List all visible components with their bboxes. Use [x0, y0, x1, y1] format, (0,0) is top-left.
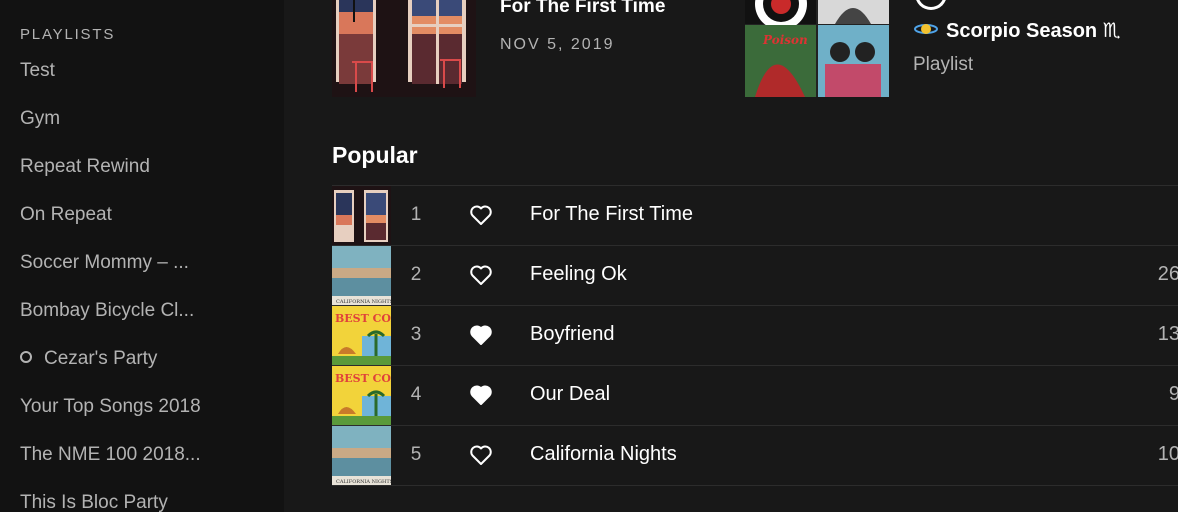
latest-release-title[interactable]: For The First Time	[500, 0, 665, 18]
heart-filled-icon[interactable]	[469, 324, 493, 346]
popular-tracklist: 1 For The First Time CALIFORNIA NIGHTS 2…	[332, 185, 1178, 486]
playlist-title-text: Scorpio Season ♏	[946, 20, 1121, 42]
track-title[interactable]: Boyfriend	[530, 323, 615, 346]
sidebar-item-playlist[interactable]: Repeat Rewind	[20, 152, 260, 182]
heart-filled-icon[interactable]	[469, 384, 493, 406]
track-number: 3	[410, 324, 422, 345]
latest-release-date: NOV 5, 2019	[500, 36, 615, 53]
track-play-count: 9	[1168, 383, 1178, 405]
playlist-badge	[915, 0, 947, 10]
track-album-art	[332, 186, 391, 245]
popular-heading: Popular	[332, 142, 418, 168]
latest-release-cover[interactable]	[332, 0, 476, 97]
track-play-count: 13	[1157, 323, 1178, 345]
track-row[interactable]: CALIFORNIA NIGHTS 5 California Nights 10	[332, 426, 1178, 486]
sidebar-item-playlist-collaborative[interactable]: Cezar's Party	[20, 344, 260, 374]
ring-dot-icon	[20, 351, 32, 364]
track-row[interactable]: 1 For The First Time	[332, 186, 1178, 246]
track-play-count: 10	[1157, 443, 1178, 465]
sidebar-item-playlist[interactable]: Bombay Bicycle Cl...	[20, 296, 260, 326]
track-title[interactable]: California Nights	[530, 443, 677, 466]
spinning-planet-icon	[914, 20, 938, 43]
track-row[interactable]: BEST COAST 4 Our Deal 9	[332, 366, 1178, 426]
svg-text:BEST COAST: BEST COAST	[335, 372, 391, 385]
track-album-art: CALIFORNIA NIGHTS	[332, 246, 391, 305]
track-number: 2	[410, 264, 422, 285]
sidebar-item-playlist[interactable]: Gym	[20, 104, 260, 134]
windows-album-art	[332, 0, 476, 97]
sidebar: PLAYLISTS Test Gym Repeat Rewind On Repe…	[0, 0, 284, 512]
sidebar-item-playlist[interactable]: Your Top Songs 2018	[20, 392, 260, 422]
playlists-header: PLAYLISTS	[20, 26, 116, 43]
featured-playlist-title[interactable]: Scorpio Season ♏	[914, 18, 1121, 43]
heart-outline-icon[interactable]	[469, 204, 493, 226]
svg-text:CALIFORNIA NIGHTS: CALIFORNIA NIGHTS	[336, 479, 391, 485]
track-play-count: 26	[1157, 263, 1178, 285]
playlist-mosaic-art: Poison	[745, 0, 889, 97]
track-number: 5	[410, 444, 422, 465]
sidebar-item-playlist[interactable]: Test	[20, 56, 260, 86]
svg-text:CALIFORNIA NIGHTS: CALIFORNIA NIGHTS	[336, 299, 391, 305]
featured-playlist-cover[interactable]: Poison	[745, 0, 889, 97]
sidebar-item-playlist[interactable]: On Repeat	[20, 200, 260, 230]
featured-playlist-type: Playlist	[913, 54, 974, 75]
sidebar-item-playlist[interactable]: This Is Bloc Party	[20, 488, 260, 512]
track-album-art: BEST COAST	[332, 366, 391, 425]
sidebar-item-label: Cezar's Party	[44, 348, 158, 369]
track-title[interactable]: Feeling Ok	[530, 263, 627, 286]
track-number: 4	[410, 384, 422, 405]
sidebar-item-playlist[interactable]: Soccer Mommy – ...	[20, 248, 260, 278]
artist-main-content: For The First Time NOV 5, 2019 Poison Sc…	[284, 0, 1178, 512]
track-row[interactable]: BEST COAST 3 Boyfriend 13	[332, 306, 1178, 366]
track-row[interactable]: CALIFORNIA NIGHTS 2 Feeling Ok 26	[332, 246, 1178, 306]
track-album-art: BEST COAST	[332, 306, 391, 365]
track-title[interactable]: Our Deal	[530, 383, 610, 406]
svg-text:Poison: Poison	[762, 33, 808, 47]
track-number: 1	[410, 204, 422, 225]
sidebar-item-playlist[interactable]: The NME 100 2018...	[20, 440, 260, 470]
heart-outline-icon[interactable]	[469, 264, 493, 286]
svg-text:BEST COAST: BEST COAST	[335, 312, 391, 325]
track-album-art: CALIFORNIA NIGHTS	[332, 426, 391, 485]
track-title[interactable]: For The First Time	[530, 203, 693, 226]
heart-outline-icon[interactable]	[469, 444, 493, 466]
